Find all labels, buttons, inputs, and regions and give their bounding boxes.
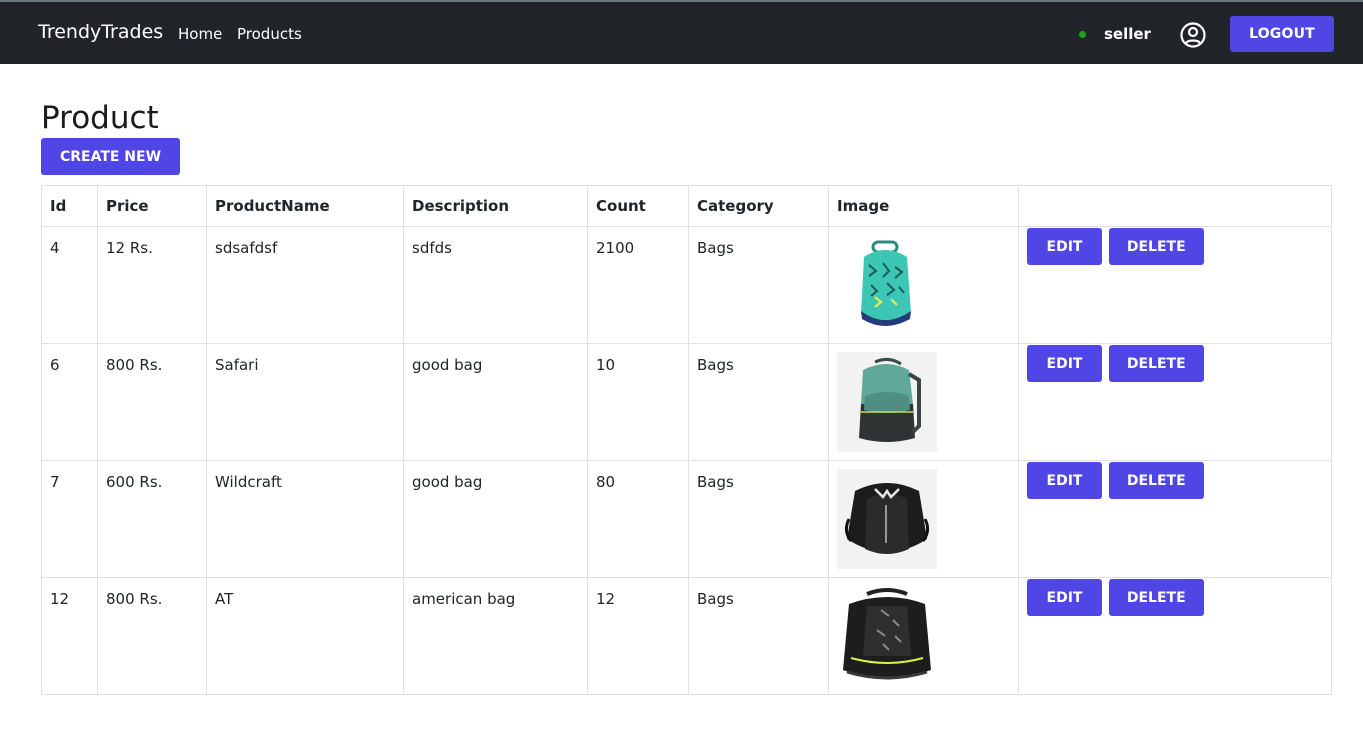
delete-button[interactable]: DELETE [1108, 579, 1204, 616]
brand-logo[interactable]: TrendyTrades [38, 21, 163, 43]
cell-count: 12 [587, 577, 689, 695]
user-account-icon[interactable] [1179, 21, 1207, 49]
user-name: seller [1104, 25, 1151, 43]
nav-products-link[interactable]: Products [237, 25, 302, 43]
edit-button[interactable]: EDIT [1027, 345, 1102, 382]
cell-category: Bags [688, 460, 829, 578]
edit-button[interactable]: EDIT [1027, 462, 1102, 499]
cell-description: good bag [403, 343, 588, 461]
cell-image [828, 343, 1019, 461]
cell-price: 800 Rs. [97, 343, 207, 461]
cell-id: 7 [41, 460, 98, 578]
nav-home-link[interactable]: Home [178, 25, 222, 43]
cell-image [828, 577, 1019, 695]
page-title: Product [41, 100, 159, 136]
column-header-product-name: ProductName [206, 185, 404, 227]
delete-button[interactable]: DELETE [1108, 462, 1204, 499]
products-table: Id Price ProductName Description Count C… [41, 185, 1332, 695]
table-row: 6 800 Rs. Safari good bag 10 Bags EDIT D… [41, 343, 1332, 461]
edit-button[interactable]: EDIT [1027, 579, 1102, 616]
cell-price: 800 Rs. [97, 577, 207, 695]
edit-button[interactable]: EDIT [1027, 228, 1102, 265]
cell-actions: EDIT DELETE [1018, 577, 1332, 695]
cell-description: good bag [403, 460, 588, 578]
logout-button[interactable]: LOGOUT [1230, 16, 1334, 52]
table-row: 12 800 Rs. AT american bag 12 Bags EDIT … [41, 577, 1332, 695]
cell-id: 12 [41, 577, 98, 695]
column-header-category: Category [688, 185, 829, 227]
green-grey-backpack-icon [837, 352, 937, 452]
column-header-price: Price [97, 185, 207, 227]
cell-id: 6 [41, 343, 98, 461]
delete-button[interactable]: DELETE [1108, 345, 1204, 382]
cell-category: Bags [688, 343, 829, 461]
column-header-count: Count [587, 185, 689, 227]
cell-count: 10 [587, 343, 689, 461]
cell-id: 4 [41, 226, 98, 344]
cell-product-name: sdsafdsf [206, 226, 404, 344]
column-header-id: Id [41, 185, 98, 227]
cell-price: 12 Rs. [97, 226, 207, 344]
cell-image [828, 460, 1019, 578]
table-row: 7 600 Rs. Wildcraft good bag 80 Bags EDI… [41, 460, 1332, 578]
cell-count: 80 [587, 460, 689, 578]
cell-category: Bags [688, 577, 829, 695]
delete-button[interactable]: DELETE [1108, 228, 1204, 265]
navbar: TrendyTrades Home Products seller LOGOUT [0, 0, 1363, 64]
black-printed-backpack-icon [837, 586, 937, 686]
cell-actions: EDIT DELETE [1018, 343, 1332, 461]
cell-description: sdfds [403, 226, 588, 344]
cell-description: american bag [403, 577, 588, 695]
cell-category: Bags [688, 226, 829, 344]
cell-count: 2100 [587, 226, 689, 344]
cell-actions: EDIT DELETE [1018, 226, 1332, 344]
cell-product-name: AT [206, 577, 404, 695]
column-header-description: Description [403, 185, 588, 227]
cell-product-name: Wildcraft [206, 460, 404, 578]
black-backpack-icon [837, 469, 937, 569]
cell-product-name: Safari [206, 343, 404, 461]
teal-patterned-backpack-icon [837, 235, 937, 335]
online-status-dot [1079, 31, 1086, 38]
cell-price: 600 Rs. [97, 460, 207, 578]
cell-actions: EDIT DELETE [1018, 460, 1332, 578]
table-row: 4 12 Rs. sdsafdsf sdfds 2100 Bags EDIT D… [41, 226, 1332, 344]
column-header-actions [1018, 185, 1332, 227]
column-header-image: Image [828, 185, 1019, 227]
cell-image [828, 226, 1019, 344]
table-header-row: Id Price ProductName Description Count C… [41, 185, 1332, 227]
create-new-button[interactable]: CREATE NEW [41, 138, 180, 175]
